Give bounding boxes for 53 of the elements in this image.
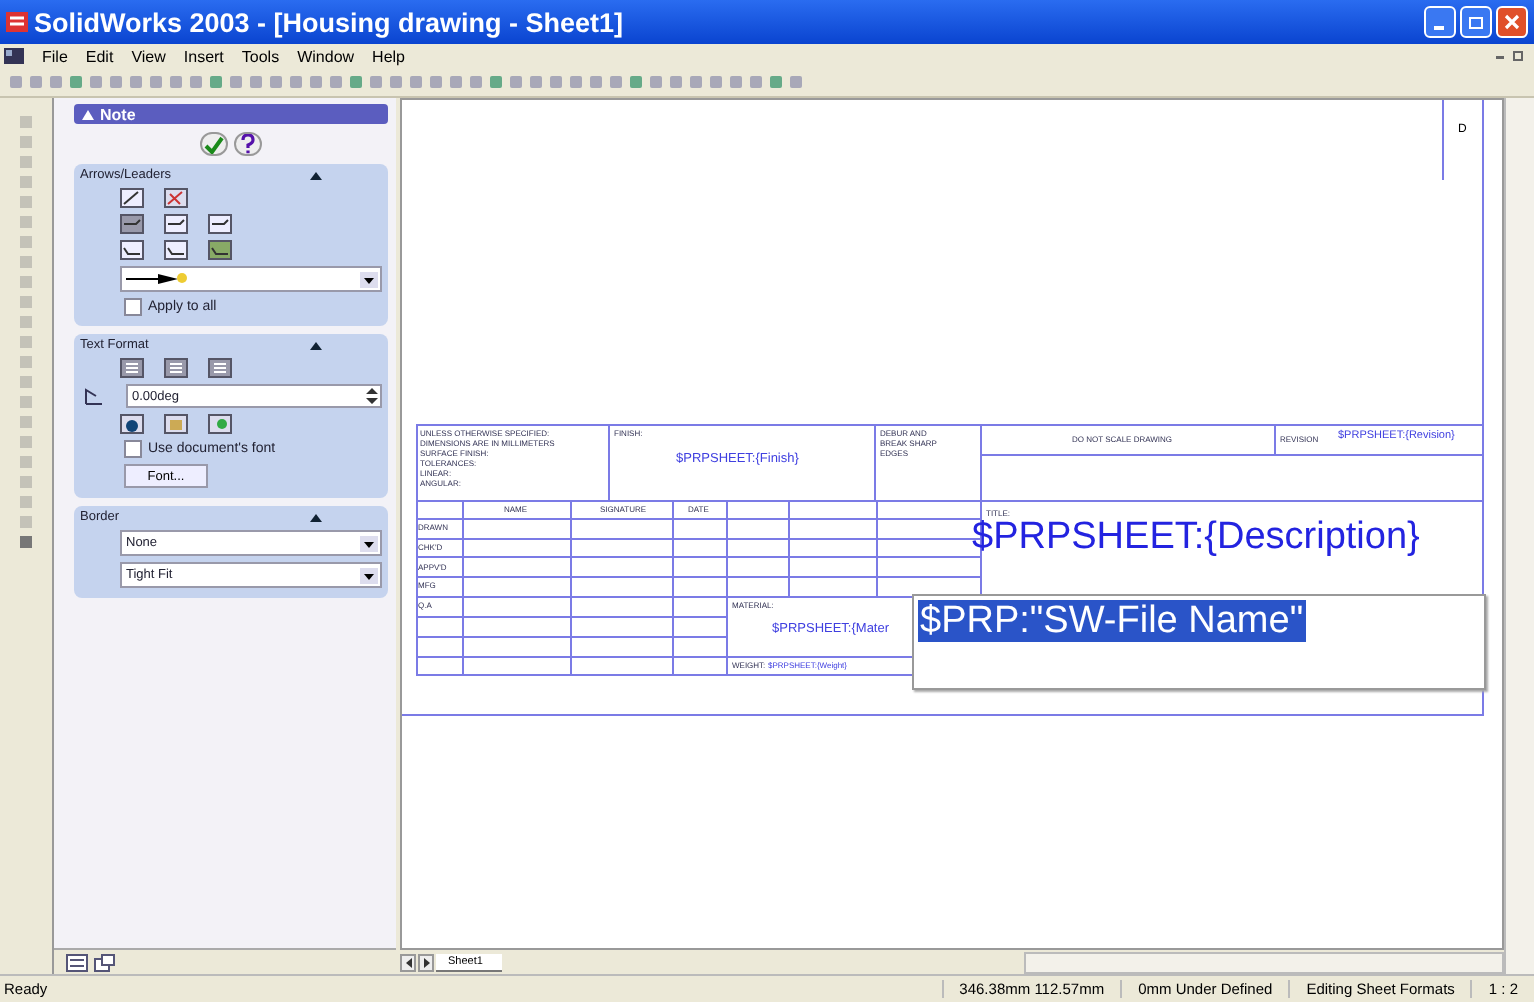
no-leader-icon[interactable] [164,188,188,208]
left-arrow-icon [403,957,413,967]
menu-item[interactable]: Edit [85,47,114,65]
leader-icon[interactable] [164,214,188,234]
menu-item[interactable]: Help [372,47,405,65]
help-button[interactable] [234,132,262,156]
leader-icon[interactable] [208,240,232,260]
menu-item[interactable]: Tools [241,47,280,65]
folder-icon[interactable] [164,414,188,434]
vertical-scrollbar[interactable] [1504,98,1534,974]
leader-icon[interactable] [164,240,188,260]
right-arrow-icon [421,957,431,967]
leader-icon[interactable] [208,214,232,234]
symbol-icon[interactable] [208,414,232,434]
menu-item[interactable]: Insert [183,47,224,65]
property-tab-icon[interactable] [94,953,116,971]
feature-tree-tab-icon[interactable] [66,953,88,971]
document-icon [4,48,24,64]
collapse-icon[interactable] [310,171,322,179]
arrow-style-dropdown[interactable] [120,266,382,292]
align-icon[interactable] [208,358,232,378]
leader-icon[interactable] [120,214,144,234]
menu-item[interactable]: Window [297,47,355,65]
caret-icon [82,109,94,119]
dropdown-arrow-icon [360,567,378,583]
collapse-icon[interactable] [310,341,322,349]
ok-button[interactable] [200,132,228,156]
menu-item[interactable]: View [131,47,166,65]
checkbox[interactable] [124,440,142,458]
first-sheet-button[interactable] [400,953,416,971]
restore-icon [1468,14,1484,30]
spin-arrows-icon [364,386,380,406]
next-sheet-button[interactable] [418,953,434,971]
dropdown-arrow-icon [360,271,378,287]
minimize-button[interactable] [1424,6,1456,38]
checkbox[interactable] [124,298,142,316]
align-icon[interactable] [120,358,144,378]
menu-item[interactable]: File [42,47,68,65]
font-color-icon[interactable] [120,414,144,434]
angle-icon [84,387,104,405]
align-icon[interactable] [164,358,188,378]
restore-button[interactable] [1460,6,1492,38]
window-title: SolidWorks 2003 - [Housing drawing - Sheet1] [34,7,624,37]
dropdown-arrow-icon [360,535,378,551]
leader-icon[interactable] [120,240,144,260]
close-icon [1504,14,1520,30]
file-name-note[interactable]: $PRP:"SW-File Name" [918,600,1306,642]
horizontal-scrollbar[interactable] [1024,951,1504,973]
panel-title: Note [100,105,136,123]
leader-icon[interactable] [120,188,144,208]
close-button[interactable] [1496,6,1528,38]
app-logo-icon [6,12,28,32]
collapse-icon[interactable] [310,513,322,521]
